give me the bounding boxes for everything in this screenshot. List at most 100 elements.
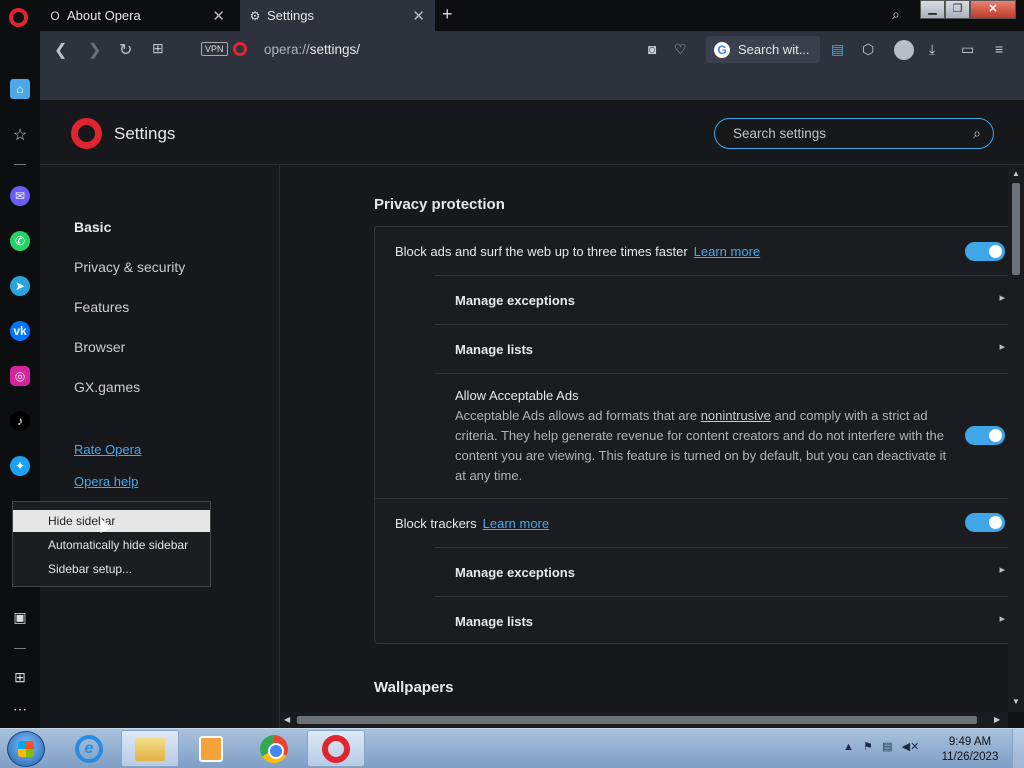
close-tab-icon[interactable]: ✕ [212, 7, 225, 25]
battery-icon[interactable]: ▭ [961, 41, 974, 58]
opera-menu-icon[interactable] [9, 8, 28, 27]
home-icon[interactable]: ⌂ [10, 79, 30, 99]
easy-setup-icon[interactable]: ≡ [995, 41, 1003, 57]
close-window-button[interactable]: ✕ [970, 0, 1016, 19]
sidebar-divider [14, 164, 26, 165]
reload-icon[interactable]: ↻ [119, 40, 132, 60]
scroll-down-icon[interactable]: ▼ [1012, 697, 1020, 706]
window-controls: ▁ ❐ ✕ [920, 0, 1016, 20]
close-tab-icon[interactable]: ✕ [412, 7, 425, 25]
divider [375, 498, 1008, 499]
taskbar-explorer[interactable] [121, 730, 179, 767]
star-icon[interactable]: ☆ [10, 125, 30, 145]
manage-lists-row[interactable]: Manage lists ▸ [435, 324, 1008, 373]
camera-icon[interactable]: ◙ [648, 41, 656, 57]
settings-header: Settings Search settings ⌕ [40, 100, 1024, 165]
search-icon: ⌕ [973, 125, 981, 141]
horizontal-scrollbar[interactable]: ◀ ▶ [280, 712, 1008, 728]
search-placeholder: Search settings [733, 126, 827, 141]
taskbar-clock[interactable]: 9:49 AM 11/26/2023 [940, 735, 1000, 765]
block-ads-row: Block ads and surf the web up to three t… [395, 244, 760, 259]
learn-more-link[interactable]: Learn more [483, 516, 549, 531]
rate-opera-link[interactable]: Rate Opera [74, 442, 141, 457]
windows-taskbar: e ▲ ⚑ ▤ ◀✕ 9:49 AM 11/26/2023 [0, 728, 1024, 768]
learn-more-link[interactable]: Learn more [694, 244, 760, 259]
internet-explorer-icon: e [75, 734, 103, 763]
block-ads-label: Block ads and surf the web up to three t… [395, 244, 688, 259]
nav-item-features[interactable]: Features [74, 299, 129, 315]
show-desktop-button[interactable] [1012, 729, 1024, 768]
taskbar-ie[interactable]: e [60, 730, 118, 767]
chrome-icon [260, 734, 288, 763]
vertical-scrollbar[interactable]: ▲ ▼ [1008, 165, 1024, 712]
manage-exceptions-row[interactable]: Manage exceptions ▸ [435, 547, 1008, 596]
scroll-thumb[interactable] [1012, 183, 1020, 275]
profile-avatar[interactable] [894, 40, 914, 60]
wallet-icon[interactable]: ▣ [10, 607, 30, 627]
tab-settings[interactable]: ⚙ Settings ✕ [240, 0, 435, 31]
minimize-button[interactable]: ▁ [920, 0, 945, 19]
forward-icon[interactable]: ❯ [88, 40, 101, 60]
scroll-up-icon[interactable]: ▲ [1012, 169, 1020, 178]
nav-item-basic[interactable]: Basic [74, 219, 111, 235]
scroll-right-icon[interactable]: ▶ [994, 715, 1000, 724]
opera-favicon-icon: O [50, 8, 60, 23]
instagram-icon[interactable]: ◎ [10, 366, 30, 386]
hide-sidebar-menu-item[interactable]: Hide sidebar [13, 510, 210, 532]
block-trackers-toggle[interactable] [965, 513, 1005, 532]
acceptable-ads-toggle[interactable] [965, 426, 1005, 445]
settings-content: Privacy protection Block ads and surf th… [280, 165, 1008, 712]
nav-item-browser[interactable]: Browser [74, 339, 125, 355]
search-with-label: Search wit... [738, 42, 810, 57]
chevron-right-icon: ▸ [999, 341, 1005, 353]
whatsapp-icon[interactable]: ✆ [10, 231, 30, 251]
tab-label: About Opera [67, 8, 141, 23]
telegram-icon[interactable]: ➤ [10, 276, 30, 296]
nav-item-gx-games[interactable]: GX.games [74, 379, 140, 395]
taskbar-chrome[interactable] [245, 730, 303, 767]
url-field[interactable]: opera://settings/ [264, 42, 360, 57]
wallpapers-title: Wallpapers [374, 679, 454, 696]
google-icon: G [714, 41, 730, 58]
more-icon[interactable]: ⋯ [10, 699, 30, 719]
apps-grid-icon[interactable]: ⊞ [10, 667, 30, 687]
extensions-cube-icon[interactable]: ⬡ [862, 41, 874, 58]
tiktok-icon[interactable]: ♪ [10, 411, 30, 431]
block-ads-toggle[interactable] [965, 242, 1005, 261]
vpn-badge[interactable]: VPN [201, 42, 228, 56]
taskbar-media[interactable] [182, 730, 240, 767]
opera-page-icon [233, 42, 247, 56]
download-icon[interactable]: ⤓ [929, 41, 935, 58]
opera-window: O About Opera ✕ ⚙ Settings ✕ + ⌕ ▁ ❐ ✕ ❮… [0, 0, 1024, 768]
back-icon[interactable]: ❮ [54, 40, 67, 60]
bookmarks-strip [40, 69, 1024, 100]
twitter-icon[interactable]: ✦ [10, 456, 30, 476]
scroll-left-icon[interactable]: ◀ [284, 715, 290, 724]
sidebar-setup-menu-item[interactable]: Sidebar setup... [13, 558, 210, 580]
tab-about-opera[interactable]: O About Opera ✕ [40, 0, 235, 31]
sidebar-divider [14, 648, 26, 649]
snapshot-icon[interactable]: ▤ [831, 41, 844, 58]
restore-button[interactable]: ❐ [945, 0, 970, 19]
auto-hide-sidebar-menu-item[interactable]: Automatically hide sidebar [13, 534, 210, 556]
nonintrusive-link[interactable]: nonintrusive [701, 408, 771, 423]
nav-item-privacy-security[interactable]: Privacy & security [74, 259, 185, 275]
start-button[interactable] [7, 731, 45, 767]
new-tab-button[interactable]: + [442, 4, 453, 25]
manage-lists-row[interactable]: Manage lists ▸ [435, 596, 1008, 645]
tabs-grid-icon[interactable]: ⊞ [152, 40, 164, 57]
opera-help-link[interactable]: Opera help [74, 474, 138, 489]
manage-exceptions-label: Manage exceptions [455, 565, 575, 580]
manage-exceptions-row[interactable]: Manage exceptions ▸ [435, 275, 1008, 324]
scroll-thumb[interactable] [297, 716, 977, 724]
taskbar-opera[interactable] [307, 730, 365, 767]
gear-icon: ⚙ [249, 8, 261, 23]
vk-icon[interactable]: vk [10, 321, 30, 341]
manage-exceptions-label: Manage exceptions [455, 293, 575, 308]
messenger-icon[interactable]: ✉ [10, 186, 30, 206]
search-settings-input[interactable]: Search settings ⌕ [714, 118, 994, 149]
heart-icon[interactable]: ♡ [674, 41, 687, 58]
system-tray[interactable]: ▲ ⚑ ▤ ◀✕ [843, 740, 919, 753]
search-with-box[interactable]: G Search wit... [706, 36, 820, 63]
tab-search-icon[interactable]: ⌕ [892, 6, 900, 23]
